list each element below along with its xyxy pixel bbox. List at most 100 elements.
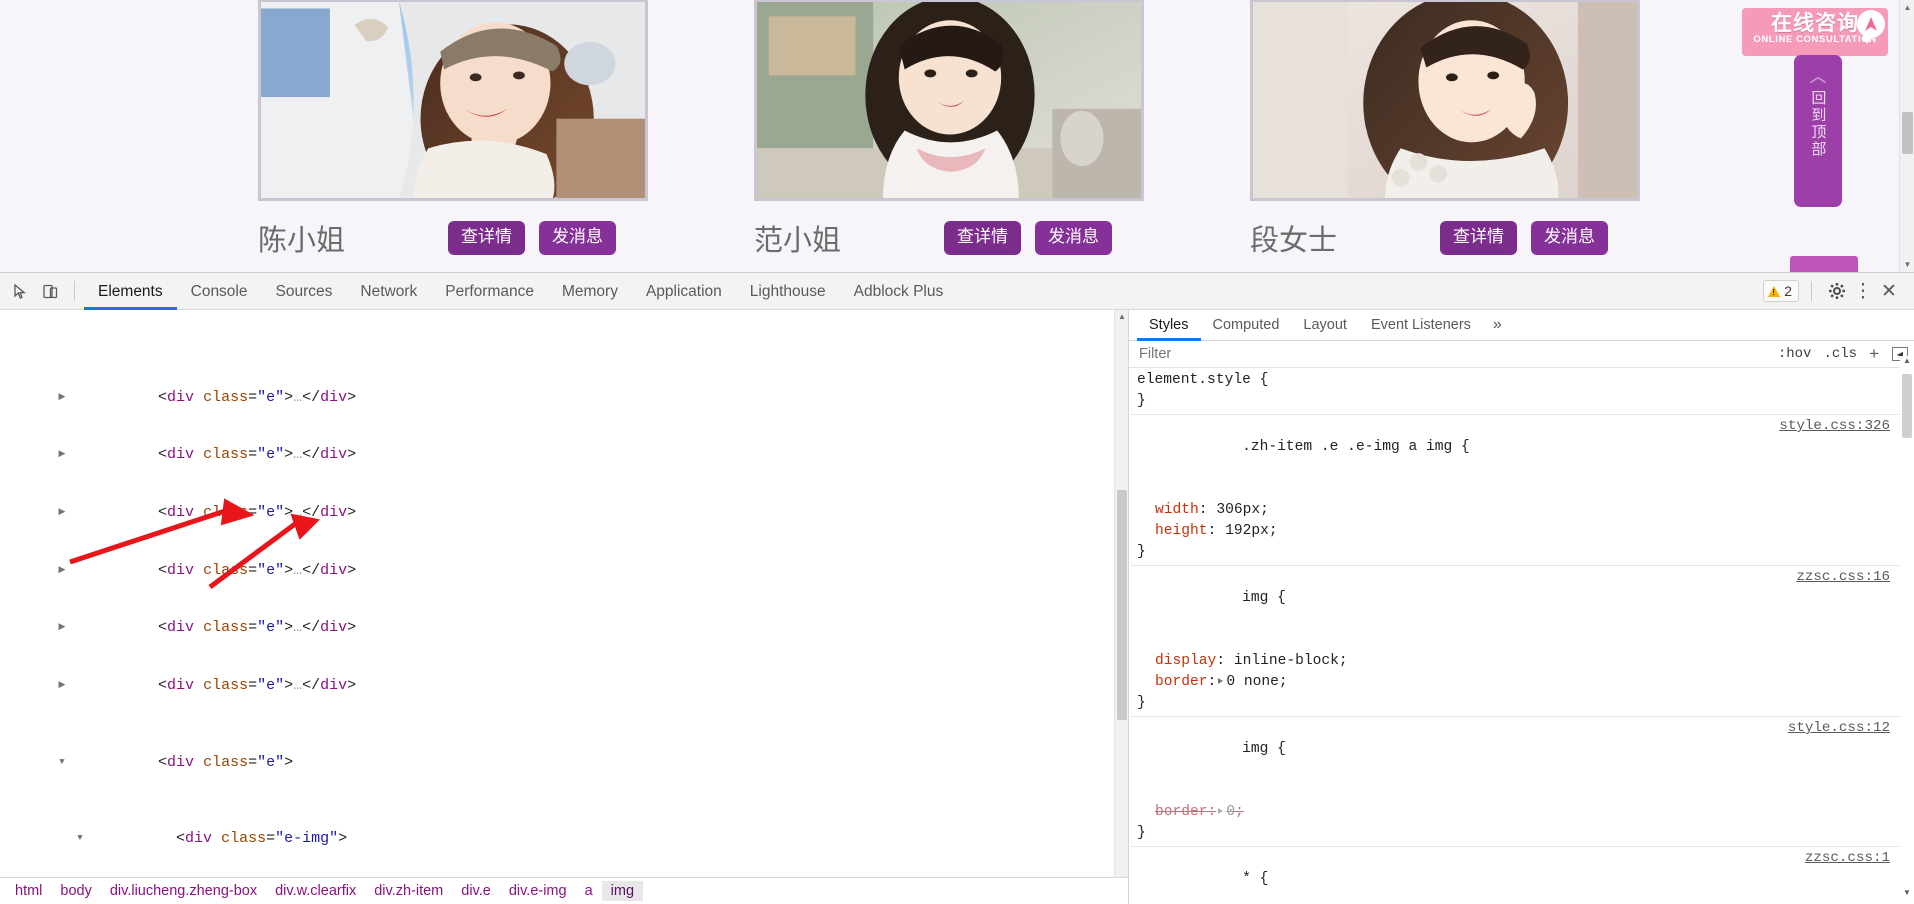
- styles-scrollbar[interactable]: ▲ ▼: [1900, 356, 1914, 904]
- styles-filter-input[interactable]: [1135, 344, 1769, 364]
- breadcrumb-item-html[interactable]: html: [6, 881, 51, 901]
- scroll-down-arrow-icon[interactable]: ▼: [1900, 888, 1914, 902]
- expand-toggle-icon[interactable]: ▶: [56, 561, 68, 580]
- scroll-up-arrow-icon[interactable]: ▲: [1900, 356, 1914, 370]
- person-photo-frame[interactable]: [258, 0, 648, 201]
- declaration-value[interactable]: 0: [1226, 804, 1235, 820]
- send-message-button[interactable]: 发消息: [539, 221, 616, 255]
- page-vertical-scrollbar[interactable]: ▲ ▼: [1899, 0, 1914, 272]
- style-rule[interactable]: img { zzsc.css:16 display: inline-block;…: [1131, 566, 1900, 717]
- style-rule[interactable]: .zh-item .e .e-img a img { style.css:326…: [1131, 415, 1900, 566]
- tab-application[interactable]: Application: [632, 273, 736, 310]
- more-vertical-icon[interactable]: ⋮: [1850, 278, 1876, 304]
- expand-toggle-icon[interactable]: ▶: [56, 388, 68, 407]
- collapse-toggle-icon[interactable]: ▼: [74, 829, 86, 848]
- declaration-value[interactable]: inline-block: [1234, 653, 1339, 669]
- view-detail-button[interactable]: 查详情: [944, 221, 1021, 255]
- scroll-up-arrow-icon[interactable]: ▲: [1900, 0, 1914, 15]
- style-rule-origin[interactable]: style.css:12: [1788, 718, 1890, 739]
- scroll-down-arrow-icon[interactable]: ▼: [1900, 257, 1914, 272]
- style-rule[interactable]: * { zzsc.css:1 padding:0; margin:0; bord…: [1131, 847, 1900, 904]
- view-detail-button[interactable]: 查详情: [448, 221, 525, 255]
- dom-node-row[interactable]: ▶ <div class="e">…</div>: [0, 599, 1128, 636]
- tab-layout[interactable]: Layout: [1291, 310, 1359, 341]
- scroll-up-arrow-icon[interactable]: ▲: [1115, 310, 1128, 324]
- style-declaration[interactable]: display: inline-block;: [1131, 651, 1900, 672]
- tab-lighthouse[interactable]: Lighthouse: [736, 273, 840, 310]
- dom-scroll-thumb[interactable]: [1117, 490, 1127, 720]
- inspect-element-icon[interactable]: [5, 276, 35, 306]
- floating-pink-stub[interactable]: [1790, 256, 1858, 272]
- tab-computed[interactable]: Computed: [1201, 310, 1292, 341]
- style-rule-selector[interactable]: .zh-item .e .e-img a img {: [1242, 439, 1470, 455]
- gear-icon[interactable]: [1824, 278, 1850, 304]
- expand-value-triangle-icon[interactable]: [1218, 807, 1224, 814]
- expand-value-triangle-icon[interactable]: [1218, 677, 1224, 684]
- dom-node-row[interactable]: ▼ <div class="e">: [0, 733, 1128, 771]
- more-tabs-chevron-icon[interactable]: »: [1483, 316, 1512, 334]
- send-message-button[interactable]: 发消息: [1531, 221, 1608, 255]
- declaration-value[interactable]: 192px: [1225, 523, 1269, 539]
- style-declaration-overridden[interactable]: border: 0;: [1131, 802, 1900, 823]
- declaration-property[interactable]: width: [1155, 502, 1199, 518]
- style-rule-selector[interactable]: img {: [1242, 741, 1286, 757]
- tab-elements[interactable]: Elements: [84, 273, 177, 310]
- close-icon[interactable]: ✕: [1876, 278, 1902, 304]
- style-rule-origin[interactable]: style.css:326: [1779, 416, 1890, 437]
- style-declaration[interactable]: height: 192px;: [1131, 521, 1900, 542]
- style-rule[interactable]: img { style.css:12 border: 0; }: [1131, 717, 1900, 847]
- breadcrumb-item-w-clearfix[interactable]: div.w.clearfix: [266, 881, 365, 901]
- view-detail-button[interactable]: 查详情: [1440, 221, 1517, 255]
- expand-toggle-icon[interactable]: ▶: [56, 676, 68, 695]
- style-rule-origin[interactable]: zzsc.css:16: [1796, 567, 1890, 588]
- style-declaration[interactable]: width: 306px;: [1131, 500, 1900, 521]
- expand-toggle-icon[interactable]: ▶: [56, 503, 68, 522]
- collapse-toggle-icon[interactable]: ▼: [56, 753, 68, 772]
- page-scroll-thumb[interactable]: [1902, 112, 1913, 154]
- device-toolbar-icon[interactable]: [35, 276, 65, 306]
- declaration-value[interactable]: 0 none: [1226, 674, 1279, 690]
- dom-node-row[interactable]: ▶ <div class="e">…</div>: [0, 657, 1128, 694]
- declaration-property[interactable]: border: [1155, 804, 1208, 820]
- tab-memory[interactable]: Memory: [548, 273, 632, 310]
- declaration-property[interactable]: height: [1155, 523, 1208, 539]
- breadcrumb-item-e-img[interactable]: div.e-img: [500, 881, 576, 901]
- tab-styles[interactable]: Styles: [1137, 310, 1201, 341]
- cls-toggle-button[interactable]: .cls: [1820, 346, 1860, 362]
- expand-toggle-icon[interactable]: ▶: [56, 618, 68, 637]
- tab-console[interactable]: Console: [177, 273, 262, 310]
- person-photo-frame[interactable]: [754, 0, 1144, 201]
- tab-performance[interactable]: Performance: [431, 273, 548, 310]
- dom-tree-scrollbar[interactable]: ▲ ▼: [1114, 310, 1128, 904]
- send-message-button[interactable]: 发消息: [1035, 221, 1112, 255]
- declaration-property[interactable]: border: [1155, 674, 1208, 690]
- declaration-value[interactable]: 306px: [1216, 502, 1260, 518]
- tab-sources[interactable]: Sources: [262, 273, 347, 310]
- tab-network[interactable]: Network: [346, 273, 431, 310]
- breadcrumb-item-a[interactable]: a: [576, 881, 602, 901]
- new-style-rule-button[interactable]: +: [1866, 344, 1882, 364]
- style-rule-selector[interactable]: element.style {: [1131, 370, 1900, 391]
- person-photo-frame[interactable]: [1250, 0, 1640, 201]
- tab-adblock-plus[interactable]: Adblock Plus: [840, 273, 958, 310]
- style-declaration[interactable]: border: 0 none;: [1131, 672, 1900, 693]
- breadcrumb-item-body[interactable]: body: [51, 881, 100, 901]
- breadcrumb-item-liucheng[interactable]: div.liucheng.zheng-box: [101, 881, 266, 901]
- dom-node-row[interactable]: ▶ <div class="e">…</div>: [0, 484, 1128, 521]
- online-consultation-widget[interactable]: 在线咨询 ONLINE CONSULTATION: [1742, 8, 1888, 56]
- style-rule-selector[interactable]: * {: [1242, 871, 1268, 887]
- dom-node-row[interactable]: ▶ <div class="e">…</div>: [0, 541, 1128, 579]
- tab-event-listeners[interactable]: Event Listeners: [1359, 310, 1483, 341]
- warning-count-badge[interactable]: 2: [1763, 280, 1799, 302]
- style-rule-selector[interactable]: img {: [1242, 590, 1286, 606]
- breadcrumb-item-e[interactable]: div.e: [452, 881, 500, 901]
- declaration-property[interactable]: display: [1155, 653, 1216, 669]
- dom-node-row[interactable]: ▶ <div class="e">…</div>: [0, 426, 1128, 463]
- hov-toggle-button[interactable]: :hov: [1775, 346, 1815, 362]
- breadcrumb-item-img[interactable]: img: [601, 881, 644, 901]
- expand-toggle-icon[interactable]: ▶: [56, 445, 68, 464]
- dom-tree[interactable]: ▶ <div class="e">…</div> ▶ <div class="e">…: [0, 310, 1128, 904]
- style-rule-origin[interactable]: zzsc.css:1: [1805, 848, 1890, 869]
- dom-node-row[interactable]: ▼ <div class="e-img">: [0, 810, 1128, 847]
- styles-scroll-thumb[interactable]: [1902, 374, 1912, 438]
